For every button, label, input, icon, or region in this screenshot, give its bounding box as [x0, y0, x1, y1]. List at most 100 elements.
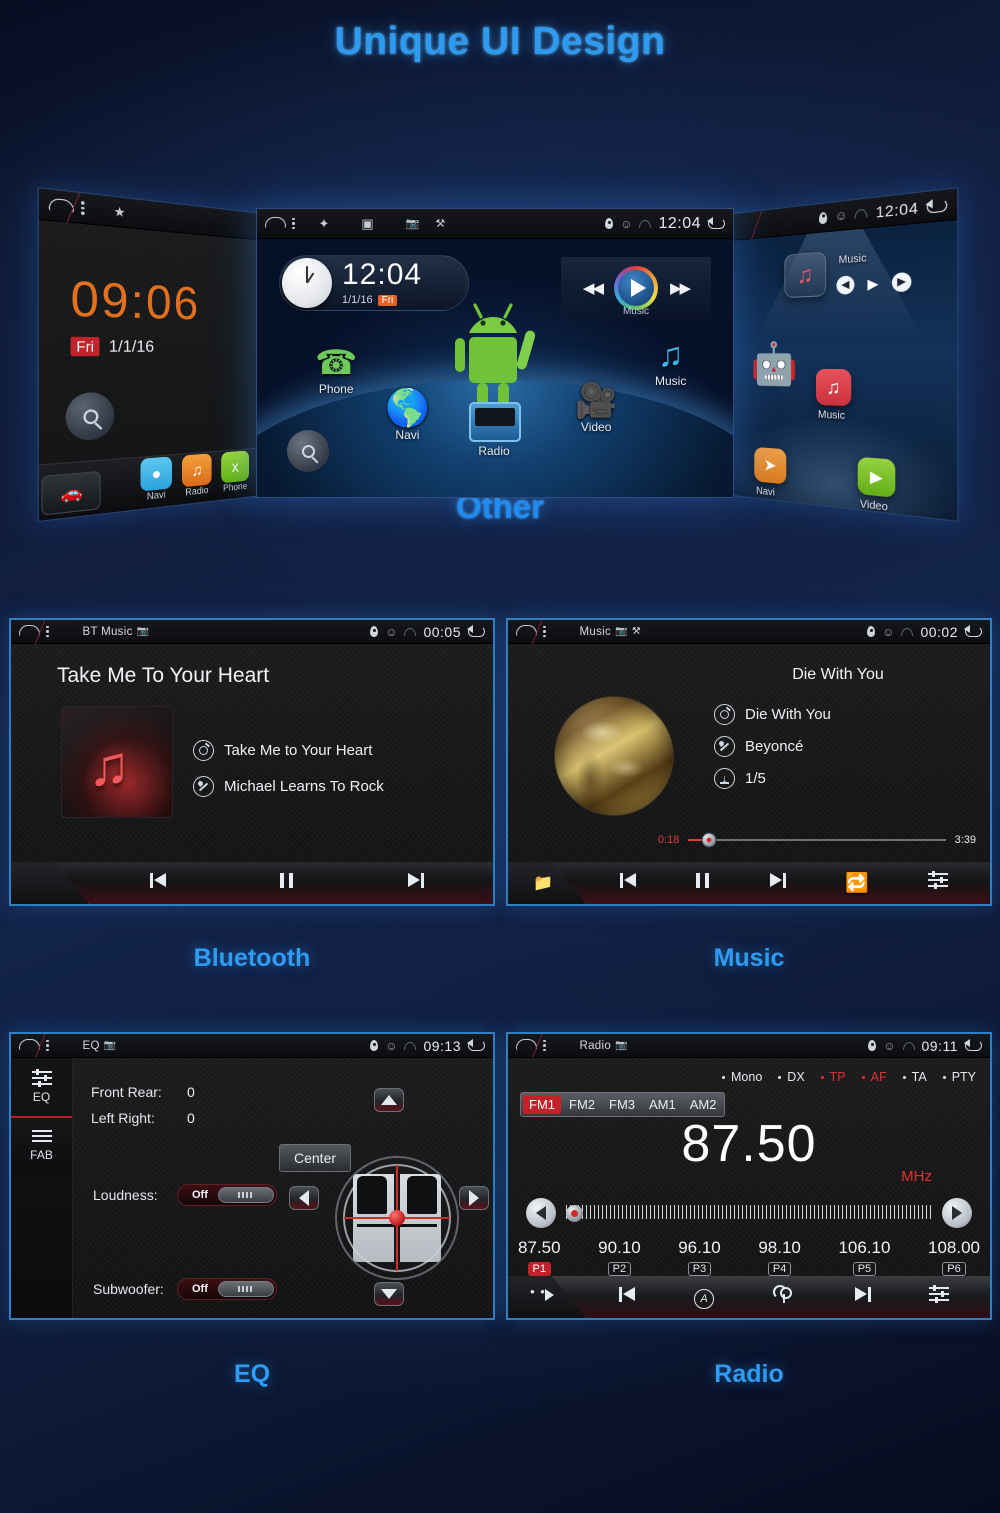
progress-bar[interactable]: [688, 832, 946, 848]
tune-up-button[interactable]: [942, 1198, 972, 1228]
mode-af[interactable]: AF: [861, 1070, 887, 1084]
equalizer-button[interactable]: [928, 871, 949, 894]
home-icon[interactable]: [265, 217, 286, 229]
preset-p6[interactable]: 108.00 P6: [928, 1238, 980, 1277]
scan-button[interactable]: [508, 1284, 578, 1306]
apps-grid-icon[interactable]: ▣: [361, 216, 373, 232]
band-am2[interactable]: AM2: [684, 1095, 723, 1114]
back-icon[interactable]: [467, 1039, 485, 1051]
loudness-switch[interactable]: Off: [177, 1184, 277, 1206]
app-radio[interactable]: Radio: [469, 402, 521, 458]
music-widget[interactable]: ◀◀ ▶▶ Music: [561, 257, 711, 319]
band-am1[interactable]: AM1: [643, 1095, 682, 1114]
next-icon[interactable]: ▶: [891, 272, 912, 293]
tune-down-button[interactable]: [526, 1198, 556, 1228]
previous-track-button[interactable]: [149, 872, 167, 894]
widget-music-thumb[interactable]: ♫: [784, 251, 827, 299]
widget-music-controls[interactable]: ◀ ▶ ▶: [836, 272, 912, 295]
home-icon[interactable]: [516, 625, 537, 637]
balance-position-dot[interactable]: [389, 1210, 405, 1226]
next-track-button[interactable]: [407, 872, 425, 894]
mode-pty[interactable]: PTY: [942, 1070, 976, 1084]
play-icon[interactable]: ▶: [867, 275, 878, 293]
usb-icon[interactable]: ⚒: [435, 217, 445, 230]
dock-item-navi[interactable]: ● Navi: [140, 456, 172, 502]
app-search[interactable]: [287, 430, 329, 472]
fade-front-button[interactable]: [374, 1088, 404, 1112]
dock-item-phone[interactable]: x Phone: [221, 450, 250, 493]
previous-station-button[interactable]: [619, 1286, 636, 1308]
tuning-knob[interactable]: [566, 1205, 583, 1222]
mode-mono[interactable]: Mono: [722, 1070, 762, 1084]
antenna-button[interactable]: [772, 1285, 796, 1309]
search-button[interactable]: [65, 391, 115, 442]
app-music[interactable]: ♫ Music: [655, 338, 686, 388]
home-icon[interactable]: [516, 1039, 537, 1051]
progress-row[interactable]: 0:18 3:39: [658, 832, 976, 848]
mode-tp[interactable]: TP: [820, 1070, 846, 1084]
tab-fab[interactable]: FAB: [11, 1116, 72, 1174]
back-icon[interactable]: [927, 198, 948, 213]
tab-eq[interactable]: EQ: [11, 1058, 72, 1116]
back-icon[interactable]: [964, 625, 982, 637]
app-phone[interactable]: ☎ Phone: [315, 346, 357, 396]
home-icon[interactable]: [49, 198, 72, 213]
tuner-row[interactable]: [526, 1198, 972, 1228]
prev-icon[interactable]: ◀◀: [583, 279, 604, 297]
back-icon[interactable]: [467, 625, 485, 637]
pause-button[interactable]: [696, 872, 710, 894]
band-fm1[interactable]: FM1: [523, 1095, 561, 1114]
menu-dots-icon[interactable]: [81, 201, 84, 215]
balance-left-button[interactable]: [289, 1186, 319, 1210]
preset-p2[interactable]: 90.10 P2: [598, 1238, 641, 1277]
clock-widget[interactable]: 12:04 1/1/16 Fri: [279, 255, 469, 311]
fade-rear-button[interactable]: [374, 1282, 404, 1306]
menu-dots-icon[interactable]: [543, 1039, 546, 1052]
equalizer-button[interactable]: [929, 1285, 949, 1308]
pause-button[interactable]: [280, 872, 294, 894]
repeat-button[interactable]: 🔁: [845, 871, 869, 895]
balance-right-button[interactable]: [459, 1186, 489, 1210]
menu-dots-icon[interactable]: [292, 217, 295, 230]
favorites-icon[interactable]: ✦: [319, 216, 330, 232]
next-track-button[interactable]: [769, 872, 786, 894]
app-navi[interactable]: 🌎 Navi: [385, 390, 430, 443]
app-video[interactable]: 🎥 Video: [575, 384, 617, 434]
toggle-subwoofer[interactable]: Subwoofer: Off: [93, 1278, 277, 1300]
gallery-icon[interactable]: 📷: [406, 217, 420, 230]
previous-track-button[interactable]: [619, 872, 637, 894]
tile-navi[interactable]: ➤: [754, 446, 787, 485]
band-fm3[interactable]: FM3: [603, 1095, 641, 1114]
toggle-knob[interactable]: [218, 1281, 274, 1297]
shortcut-star-icon[interactable]: ★: [114, 204, 126, 221]
preset-p1[interactable]: 87.50 P1: [518, 1238, 561, 1277]
next-station-button[interactable]: [854, 1286, 871, 1308]
car-mode-button[interactable]: 🚗: [41, 470, 101, 516]
tile-video[interactable]: ▶: [857, 456, 896, 498]
back-icon[interactable]: [707, 217, 725, 229]
progress-knob[interactable]: [701, 832, 717, 848]
play-button[interactable]: [614, 266, 658, 310]
tile-music[interactable]: ♫: [815, 368, 852, 407]
menu-dots-icon[interactable]: [46, 1039, 49, 1052]
mode-ta[interactable]: TA: [902, 1070, 927, 1084]
toggle-loudness[interactable]: Loudness: Off: [93, 1184, 277, 1206]
back-icon[interactable]: [964, 1039, 982, 1051]
dock-item-radio[interactable]: ♫ Radio: [182, 453, 212, 498]
prev-icon[interactable]: ◀: [836, 275, 855, 295]
home-icon[interactable]: [19, 625, 40, 637]
preset-p3[interactable]: 96.10 P3: [678, 1238, 721, 1277]
subwoofer-switch[interactable]: Off: [177, 1278, 277, 1300]
band-fm2[interactable]: FM2: [563, 1095, 601, 1114]
auto-store-button[interactable]: A: [694, 1286, 714, 1309]
toggle-knob[interactable]: [218, 1187, 274, 1203]
preset-p4[interactable]: 98.10 P4: [758, 1238, 801, 1277]
menu-dots-icon[interactable]: [543, 625, 546, 638]
home-icon[interactable]: [19, 1039, 40, 1051]
preset-p5[interactable]: 106.10 P5: [838, 1238, 890, 1277]
menu-dots-icon[interactable]: [46, 625, 49, 638]
folder-button[interactable]: 📁: [508, 873, 578, 893]
balance-pad[interactable]: [333, 1154, 461, 1282]
tuning-scale[interactable]: [566, 1203, 932, 1223]
next-icon[interactable]: ▶▶: [670, 279, 691, 297]
